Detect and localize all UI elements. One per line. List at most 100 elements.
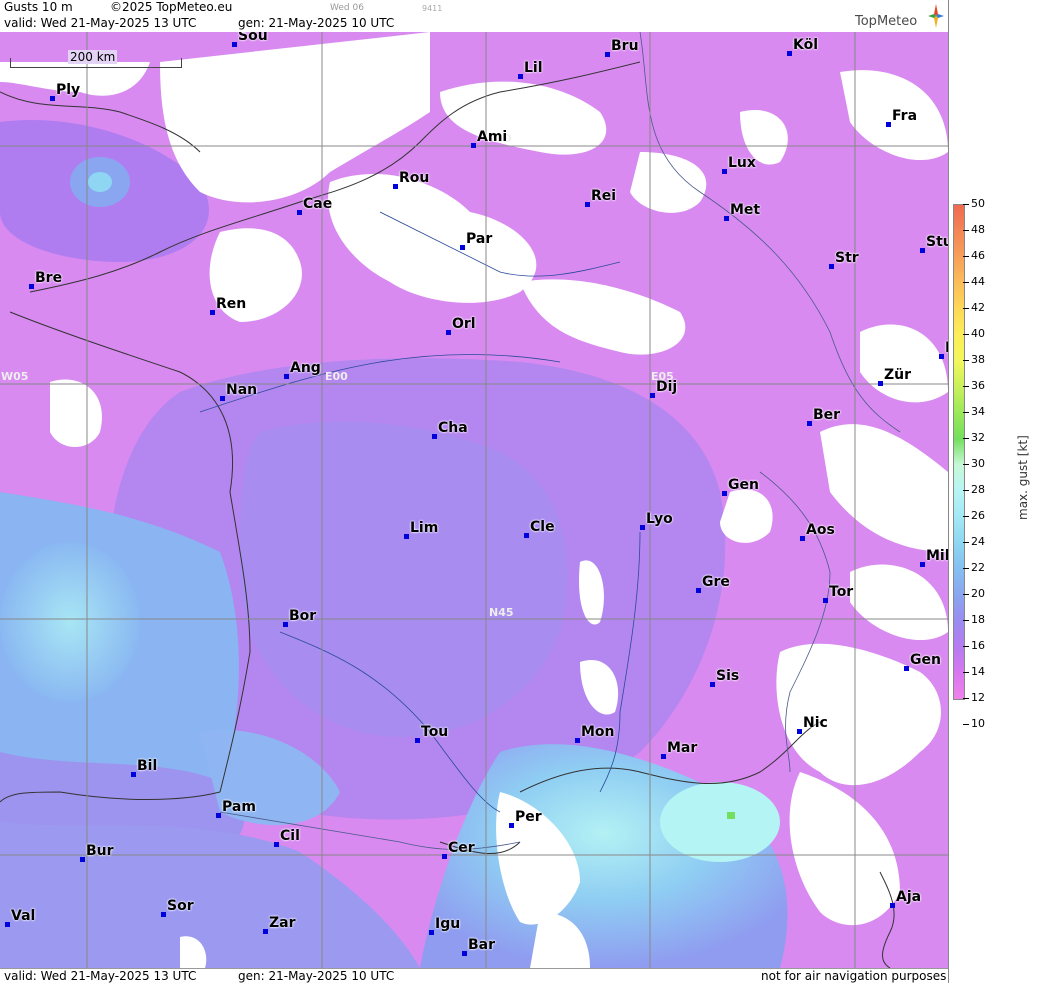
- legend-tick-mark: [963, 620, 969, 621]
- city-label: Gre: [702, 574, 730, 590]
- city-label: Mar: [667, 740, 698, 756]
- city-label: Sou: [238, 32, 268, 44]
- city-marker: [220, 396, 225, 401]
- legend-tick-mark: [963, 464, 969, 465]
- city-marker: [823, 598, 828, 603]
- city-label: Lux: [728, 155, 756, 171]
- city-label: Zar: [269, 915, 296, 931]
- city-marker: [210, 310, 215, 315]
- city-marker: [518, 74, 523, 79]
- city-marker: [878, 381, 883, 386]
- legend-tick-mark: [963, 594, 969, 595]
- city-marker: [939, 354, 944, 359]
- city-label: Str: [835, 250, 859, 266]
- city-marker: [696, 588, 701, 593]
- legend-tick-label: 42: [971, 301, 985, 314]
- legend-tick-mark: [963, 698, 969, 699]
- legend-tick-mark: [963, 542, 969, 543]
- city-marker: [661, 754, 666, 759]
- city-label: Gen: [728, 477, 759, 493]
- legend-tick-label: 34: [971, 405, 985, 418]
- city-marker: [29, 284, 34, 289]
- legend-tick-label: 14: [971, 665, 985, 678]
- city-marker: [471, 143, 476, 148]
- city-marker: [460, 245, 465, 250]
- city-label: Lim: [410, 520, 439, 536]
- city-label: Fra: [892, 108, 918, 124]
- legend-tick-mark: [963, 308, 969, 309]
- city-marker: [575, 738, 580, 743]
- city-label: Ren: [216, 296, 247, 312]
- city-label: Bru: [611, 38, 639, 54]
- city-marker: [886, 122, 891, 127]
- city-label: Bor: [289, 608, 317, 624]
- copyright-text: ©2025 TopMeteo.eu: [110, 0, 233, 14]
- gust-map: 200 km N50 N45 W05 E00 E05 Sou Ply Lil Bru K…: [0, 32, 948, 968]
- city-label: Pam: [222, 799, 256, 815]
- legend-tick-label: 12: [971, 691, 985, 704]
- city-label: Igu: [435, 916, 461, 932]
- city-label: Zür: [884, 367, 912, 383]
- legend-title: max. gust [kt]: [1016, 435, 1030, 520]
- small-code-label: 9411: [422, 4, 443, 13]
- city-marker: [904, 666, 909, 671]
- city-label: Nan: [226, 382, 258, 398]
- legend-tick-mark: [963, 204, 969, 205]
- city-marker: [263, 929, 268, 934]
- city-label: Gen: [910, 652, 941, 668]
- product-title: Gusts 10 m: [4, 0, 73, 14]
- city-label: Mon: [581, 724, 615, 740]
- city-label: Sor: [167, 898, 194, 914]
- legend-tick-label: 28: [971, 483, 985, 496]
- legend-tick-mark: [963, 386, 969, 387]
- legend-tick-label: 18: [971, 613, 985, 626]
- city-marker: [524, 533, 529, 538]
- city-label: Bil: [137, 758, 158, 774]
- brand-logo-text: TopMeteo: [855, 14, 918, 29]
- city-marker: [393, 184, 398, 189]
- valid-time-footer: valid: Wed 21-May-2025 13 UTC: [4, 969, 197, 983]
- city-label: Sis: [716, 668, 740, 684]
- map-header: Gusts 10 m ©2025 TopMeteo.eu valid: Wed …: [0, 0, 948, 33]
- city-label: Ply: [56, 82, 81, 98]
- city-label: Met: [730, 202, 761, 218]
- city-marker: [710, 682, 715, 687]
- city-marker: [297, 210, 302, 215]
- city-label: Cle: [530, 519, 555, 535]
- city-label: Par: [466, 231, 493, 247]
- compass-star-icon: [928, 4, 944, 28]
- legend-tick-mark: [963, 360, 969, 361]
- city-marker: [50, 96, 55, 101]
- city-label: Cil: [280, 828, 300, 844]
- city-label: Nic: [803, 715, 828, 731]
- city-label: Per: [515, 809, 542, 825]
- city-marker: [446, 330, 451, 335]
- grid-label-n45: N45: [489, 606, 514, 619]
- legend-tick-label: 38: [971, 353, 985, 366]
- legend-tick-label: 16: [971, 639, 985, 652]
- legend-tick-mark: [963, 334, 969, 335]
- city-marker: [640, 525, 645, 530]
- legend-tick-label: 20: [971, 587, 985, 600]
- city-marker: [283, 622, 288, 627]
- city-label: Stu: [926, 234, 948, 250]
- city-label: Ber: [813, 407, 841, 423]
- city-marker: [920, 562, 925, 567]
- legend-tick-mark: [963, 516, 969, 517]
- city-marker: [787, 51, 792, 56]
- city-label: Rei: [591, 188, 617, 204]
- legend-tick-mark: [963, 412, 969, 413]
- legend-tick-label: 24: [971, 535, 985, 548]
- city-marker: [800, 536, 805, 541]
- valid-time-header: valid: Wed 21-May-2025 13 UTC: [4, 16, 197, 30]
- city-label: Orl: [452, 316, 476, 332]
- city-marker: [807, 421, 812, 426]
- small-day-label: Wed 06: [330, 3, 364, 13]
- city-label: Bar: [468, 937, 496, 953]
- legend-tick-mark: [963, 568, 969, 569]
- legend-tick-label: 40: [971, 327, 985, 340]
- city-label: Dij: [656, 379, 678, 395]
- city-marker: [722, 491, 727, 496]
- city-label: Tor: [829, 584, 854, 600]
- grid-label-e00: E00: [325, 370, 348, 383]
